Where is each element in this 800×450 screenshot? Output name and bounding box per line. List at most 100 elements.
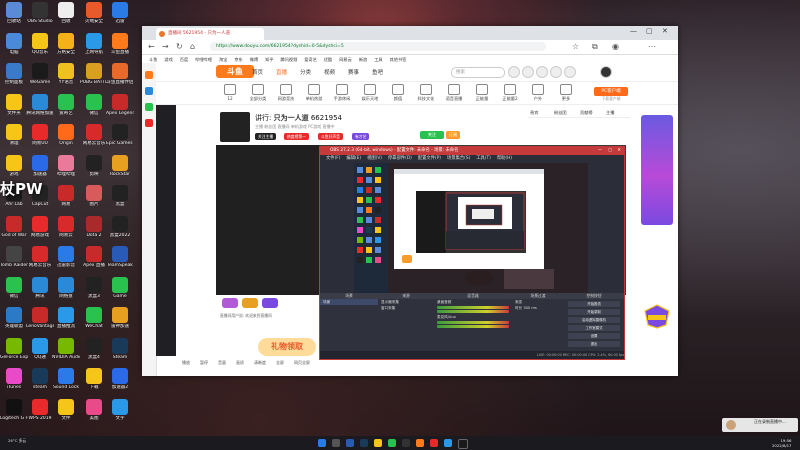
browser-tab-active[interactable]: 直播间 5621954 - 只为一人道 xyxy=(156,28,264,40)
follow-button[interactable]: 关注 xyxy=(420,131,444,139)
player-control[interactable]: 画质 xyxy=(236,360,244,365)
desktop-icon[interactable]: 网易游戏 xyxy=(26,215,54,246)
desktop-icon[interactable]: 斗鱼直播伴侣 xyxy=(106,63,134,93)
nav-item-category[interactable]: 分类 xyxy=(300,68,311,76)
desktop-icon[interactable]: LenoVantage xyxy=(26,307,54,337)
desktop-icon[interactable]: QQ音乐 xyxy=(26,32,54,63)
player-control[interactable]: 清晰度 xyxy=(254,360,266,365)
bookmark-item[interactable]: 优酷 xyxy=(324,57,332,62)
start-streaming-button[interactable]: 开始推流 xyxy=(568,301,620,307)
promo-badge[interactable] xyxy=(642,303,672,329)
exit-button[interactable]: 退出 xyxy=(568,341,620,347)
live-icon[interactable] xyxy=(564,66,576,78)
studio-mode-button[interactable]: 工作室模式 xyxy=(568,325,620,331)
desktop-icon[interactable]: GeForce Experience xyxy=(0,337,28,368)
desktop-icon[interactable]: RockStar xyxy=(106,154,134,185)
back-icon[interactable]: ← xyxy=(148,42,155,51)
taskbar-app-icon[interactable] xyxy=(430,439,438,447)
obs-source-item[interactable]: 窗口采集 xyxy=(378,305,434,311)
desktop-icon[interactable]: 控制面板 xyxy=(0,63,28,93)
desktop-icon[interactable]: 美图 xyxy=(80,398,108,429)
desktop-icon[interactable]: iTunes xyxy=(0,368,28,398)
desktop-icon[interactable]: 迅雷 xyxy=(106,2,134,32)
desktop-icon[interactable]: Logitech G HUB xyxy=(0,398,28,429)
desktop-icon[interactable]: 网易云 xyxy=(52,215,80,246)
category-item[interactable]: 网游竞技 xyxy=(276,84,296,102)
obs-close-icon[interactable]: ✕ xyxy=(617,147,621,155)
desktop-icon[interactable]: 网易云音乐 xyxy=(26,246,54,276)
close-icon[interactable]: ✕ xyxy=(662,27,668,35)
desktop-icon[interactable]: 剪映 xyxy=(80,154,108,185)
url-input[interactable]: https://www.douyu.com/6621954?dyshid=0-5… xyxy=(210,42,546,51)
player-control[interactable]: 音量 xyxy=(218,360,226,365)
taskbar-clock[interactable]: 19:56 2022/8/17 xyxy=(772,438,791,448)
start-icon[interactable] xyxy=(318,439,326,447)
desktop-icon[interactable]: 黑盒 xyxy=(106,185,134,215)
player-control[interactable]: 网页全屏 xyxy=(294,360,310,365)
nav-item-video[interactable]: 视频 xyxy=(324,68,335,76)
category-item[interactable]: 语音直播 xyxy=(444,84,464,102)
obs-menu-item[interactable]: 工具(T) xyxy=(476,156,491,161)
desktop-icon[interactable]: 文件夹 xyxy=(0,93,28,124)
desktop-icon[interactable]: Origin xyxy=(52,124,80,154)
category-item[interactable]: 科技文化 xyxy=(416,84,436,102)
taskbar-app2-icon[interactable] xyxy=(458,439,468,449)
desktop-icon[interactable]: 方格安全 xyxy=(52,32,80,63)
desktop-icon[interactable]: 上网导航 xyxy=(80,32,108,63)
bookmark-item[interactable]: 哔哩哔哩 xyxy=(195,57,212,62)
desktop-icon[interactable]: 腾讯网络加速 xyxy=(26,93,54,124)
sidebar-history-icon[interactable] xyxy=(145,103,153,111)
desktop-icon[interactable]: Apex Legends xyxy=(106,93,134,124)
category-item[interactable]: 颜值 xyxy=(388,84,408,102)
obs-menu-item[interactable]: 编辑(E) xyxy=(346,156,361,161)
desktop-icon[interactable]: TeamSpeak xyxy=(106,246,134,276)
desktop-icon[interactable]: 回收站 xyxy=(0,2,28,32)
desktop-icon[interactable]: NVIDIA Audio xyxy=(52,337,80,368)
desktop-icon[interactable]: 微信 xyxy=(0,276,28,307)
category-item[interactable]: 娱乐天地 xyxy=(360,84,380,102)
menu-icon[interactable]: ⋯ xyxy=(648,42,656,51)
desktop-icon[interactable]: 黑盒3 xyxy=(80,276,108,307)
desktop-icon[interactable]: 火绒安全 xyxy=(80,2,108,32)
desktop-icon[interactable]: Tomb Raider xyxy=(0,246,28,276)
desktop-icon[interactable]: 清理 xyxy=(0,124,28,154)
taskbar-wechat-icon[interactable] xyxy=(388,439,396,447)
star-icon[interactable]: ☆ xyxy=(572,42,579,51)
pc-client-button[interactable]: PC客户端 xyxy=(594,87,628,96)
desktop-icon[interactable]: Sound Lock xyxy=(52,368,80,398)
extensions-icon[interactable]: ⧉ xyxy=(592,42,598,52)
taskbar-search-icon[interactable] xyxy=(332,439,340,447)
desktop-icon[interactable]: 直播推流 xyxy=(52,307,80,337)
desktop-icon[interactable]: 网络盘 xyxy=(52,276,80,307)
bookmark-item[interactable]: 腾讯视频 xyxy=(281,57,298,62)
desktop-icon[interactable]: 网易 xyxy=(52,185,80,215)
gift-claim-banner[interactable]: 礼物领取 xyxy=(258,338,316,356)
desktop-icon[interactable]: 迅雷影音 xyxy=(52,246,80,276)
category-item[interactable]: 户外 xyxy=(528,84,548,102)
follow-icon[interactable] xyxy=(522,66,534,78)
desktop-icon[interactable]: 黑盒4 xyxy=(80,337,108,368)
taskbar-edge-icon[interactable] xyxy=(346,439,354,447)
desktop-icon[interactable]: Epic Games Launcher xyxy=(106,124,134,154)
minimize-icon[interactable]: — xyxy=(630,27,637,35)
bookmark-item[interactable]: 微博 xyxy=(250,57,258,62)
settings-button[interactable]: 设置 xyxy=(568,333,620,339)
category-item[interactable]: 单机热游 xyxy=(304,84,324,102)
taskbar-folder-icon[interactable] xyxy=(374,439,382,447)
obs-maximize-icon[interactable]: ▢ xyxy=(608,147,612,155)
bookmark-item[interactable]: 网易云 xyxy=(339,57,352,62)
desktop-icon[interactable]: WeChat xyxy=(80,307,108,337)
category-item[interactable]: 更多 xyxy=(556,84,576,102)
desktop-icon[interactable]: 回收 xyxy=(52,2,80,32)
bookmark-item[interactable]: 新浪 xyxy=(359,57,367,62)
category-item[interactable]: 手游休闲 xyxy=(332,84,352,102)
desktop-icon[interactable]: WeGame xyxy=(26,63,54,93)
desktop-icon[interactable]: 图片 xyxy=(80,185,108,215)
taskbar-weather[interactable]: 26°C 多云 xyxy=(8,438,26,443)
desktop-icon[interactable]: 网易云音乐 xyxy=(80,124,108,154)
desktop-icon[interactable]: 斗鱼直播 xyxy=(106,32,134,63)
gift-icons-icon[interactable] xyxy=(220,296,280,310)
obs-preview[interactable] xyxy=(354,163,588,293)
desktop-icon[interactable]: 英雄联盟 xyxy=(0,307,28,337)
profile-icon[interactable]: ◉ xyxy=(612,42,619,51)
